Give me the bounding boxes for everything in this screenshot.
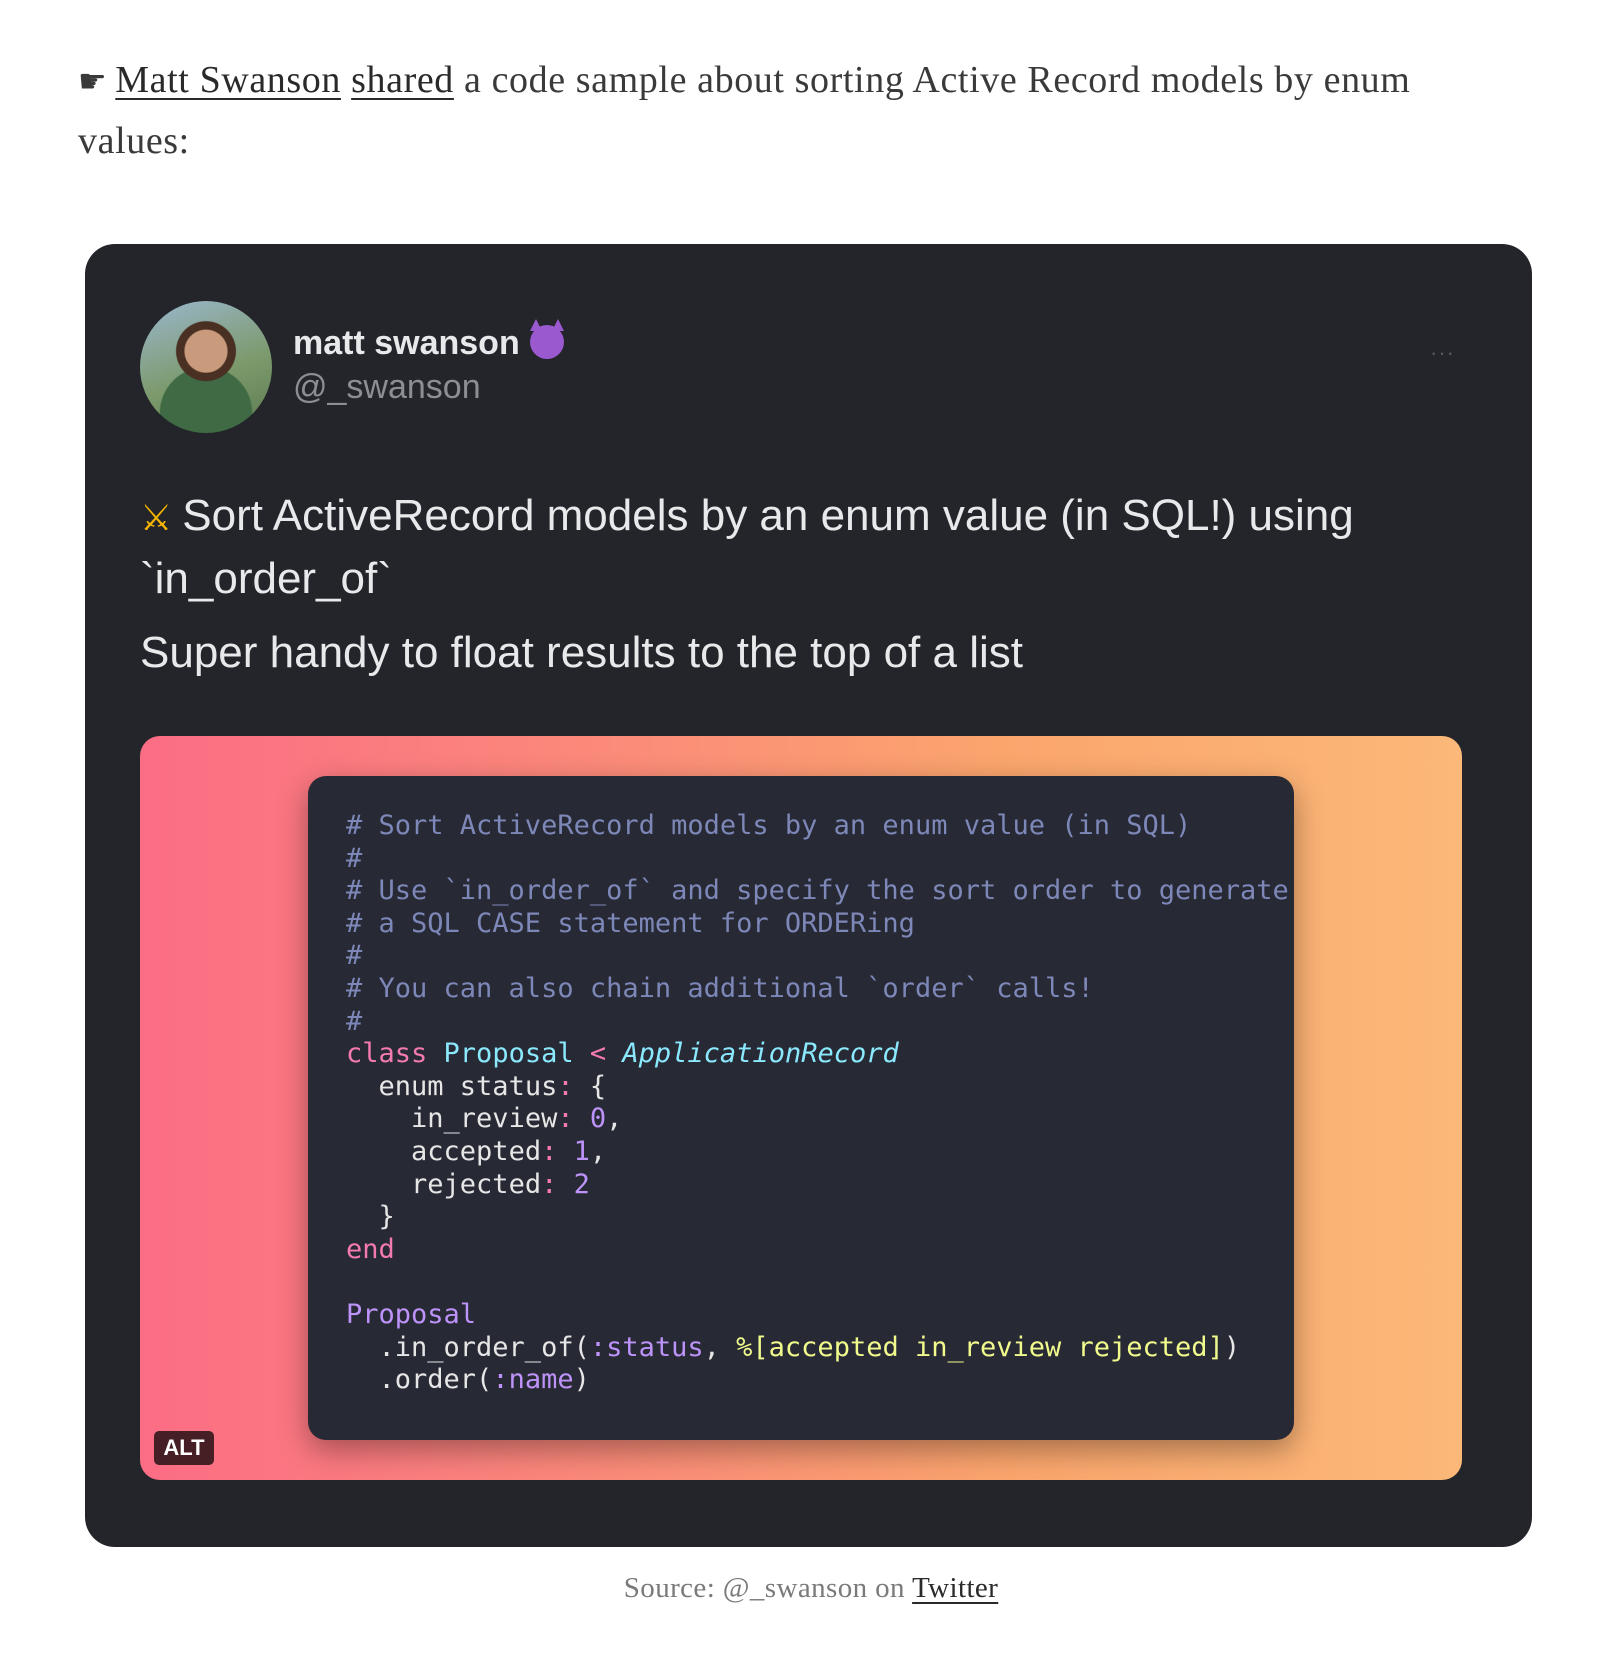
tweet-card[interactable]: matt swanson @_swanson ··· ⚔ Sort ActiveR…	[85, 244, 1532, 1547]
code-snippet-window: # Sort ActiveRecord models by an enum va…	[308, 776, 1294, 1440]
wrestlers-icon: ⚔	[140, 498, 173, 539]
code-line: # You can also chain additional `order` …	[346, 972, 1094, 1004]
tweet-text-line-1: ⚔ Sort ActiveRecord models by an enum val…	[140, 486, 1480, 609]
code-line: rejected: 2	[411, 1168, 590, 1200]
image-caption: Source: @_swanson on Twitter	[0, 1572, 1622, 1605]
code-line: # Sort ActiveRecord models by an enum va…	[346, 810, 1192, 841]
twitter-link[interactable]: Twitter	[912, 1572, 998, 1604]
code-block: # Sort ActiveRecord models by an enum va…	[346, 810, 1289, 1397]
code-line: #	[346, 940, 363, 972]
author-name-text: matt swanson	[293, 324, 520, 362]
shared-link[interactable]: shared	[351, 59, 454, 101]
code-line: accepted: 1,	[411, 1135, 607, 1167]
code-line: .order(:name)	[346, 1364, 590, 1396]
tweet-media-image[interactable]: # Sort ActiveRecord models by an enum va…	[140, 736, 1462, 1480]
code-line: class Proposal < ApplicationRecord	[346, 1038, 899, 1070]
caption-text: Source: @_swanson on	[623, 1572, 905, 1604]
code-line: .in_order_of(:status, %[accepted in_revi…	[346, 1331, 1241, 1363]
code-line: in_review: 0,	[411, 1103, 623, 1135]
more-options-icon[interactable]: ···	[1430, 340, 1455, 366]
code-line: Proposal	[346, 1298, 477, 1330]
alt-text-badge[interactable]: ALT	[154, 1431, 214, 1465]
pointing-right-icon: ☛	[78, 62, 108, 100]
smiling-devil-icon	[529, 319, 564, 359]
code-line: }	[346, 1201, 395, 1233]
code-line: # a SQL CASE statement for ORDERing	[346, 907, 915, 939]
author-name[interactable]: matt swanson	[293, 319, 564, 363]
tweet-text: ⚔ Sort ActiveRecord models by an enum val…	[140, 486, 1480, 697]
code-line: enum status: {	[346, 1070, 607, 1102]
tweet-text-line-1-content: Sort ActiveRecord models by an enum valu…	[140, 491, 1354, 603]
code-line: #	[346, 842, 363, 874]
author-handle[interactable]: @_swanson	[293, 368, 481, 407]
tweet-text-line-2: Super handy to float results to the top …	[140, 628, 1023, 677]
code-line: #	[346, 1005, 363, 1037]
intro-paragraph: ☛ Matt Swanson shared a code sample about…	[78, 50, 1518, 171]
avatar[interactable]	[140, 301, 272, 433]
author-link[interactable]: Matt Swanson	[115, 59, 341, 101]
code-line: # Use `in_order_of` and specify the sort…	[346, 875, 1289, 907]
code-line: end	[346, 1233, 395, 1265]
